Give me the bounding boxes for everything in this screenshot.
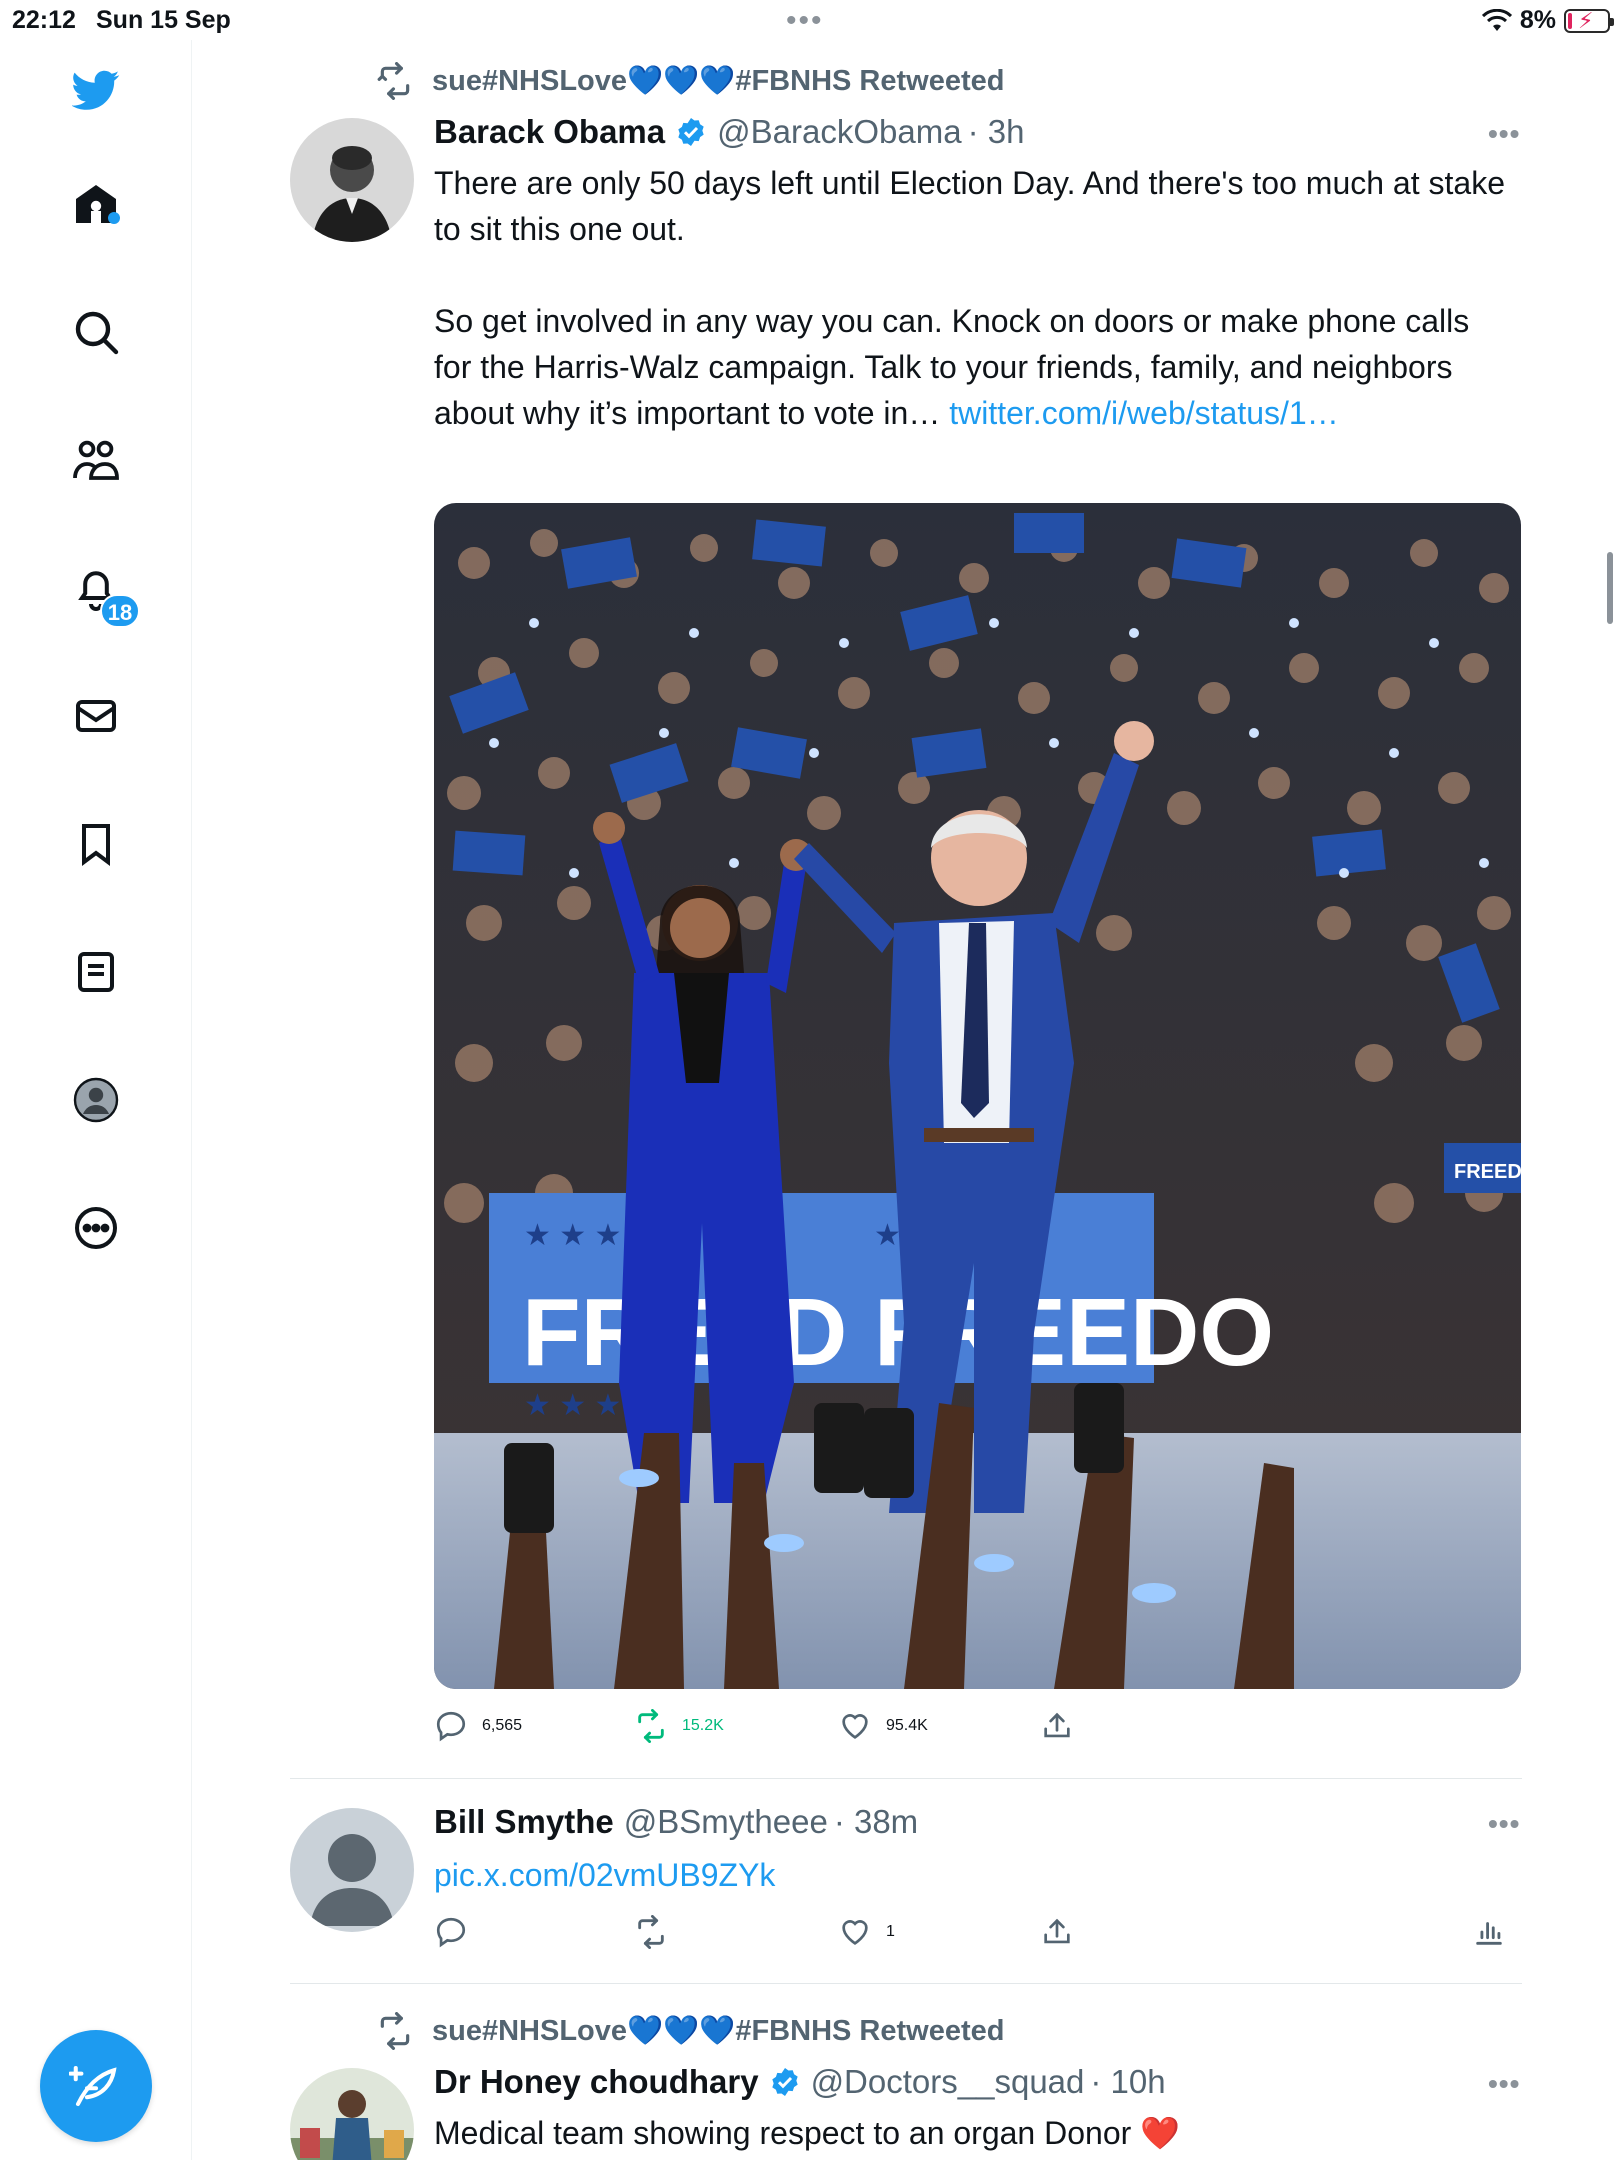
avatar-dr-honey-choudhary[interactable] xyxy=(290,2068,414,2160)
retweet-icon xyxy=(638,1709,664,1743)
more-circle-icon xyxy=(75,1207,117,1249)
mail-icon xyxy=(76,700,116,732)
tweet-media-image[interactable]: FREEDOM ★ ★ ★ ★ ★ ★ ★ ★ ★ ★ ★ ★ ★ ★ FREE… xyxy=(434,503,1521,1689)
tweet-text-paragraph-1: There are only 50 days left until Electi… xyxy=(434,165,1505,247)
status-date: Sun 15 Sep xyxy=(96,6,231,34)
tweet-divider xyxy=(290,1983,1522,1984)
reply-icon xyxy=(436,1711,466,1742)
sidebar-item-lists[interactable] xyxy=(66,942,126,1002)
retweet-icon xyxy=(638,1915,664,1949)
compose-tweet-button[interactable] xyxy=(40,2030,152,2142)
tweet-divider xyxy=(290,1778,1522,1779)
reply-button[interactable] xyxy=(434,1915,482,1949)
share-button[interactable] xyxy=(1040,1709,1074,1743)
bookmark-icon xyxy=(82,824,110,866)
tweet-text: pic.x.com/02vmUB9ZYk xyxy=(434,1852,775,1898)
retweet-context[interactable]: sue#NHSLove💙💙💙#FBNHS Retweeted xyxy=(376,2012,1004,2050)
share-icon xyxy=(1044,1712,1070,1738)
status-bar: 22:12 Sun 15 Sep ••• 8% ⚡ xyxy=(0,0,1620,40)
heart-icon xyxy=(842,1714,868,1739)
wifi-icon xyxy=(1481,8,1512,31)
like-button[interactable]: 95.4K xyxy=(838,1709,928,1743)
verified-badge-icon xyxy=(678,118,704,146)
retweet-count: 15.2K xyxy=(682,1717,724,1734)
sidebar-item-home[interactable] xyxy=(66,174,126,234)
unread-dot xyxy=(108,212,120,224)
tweet-text: Medical team showing respect to an organ… xyxy=(434,2115,1180,2151)
reply-count: 6,565 xyxy=(482,1717,523,1734)
tweet-more-icon[interactable]: ••• xyxy=(1488,1808,1520,1840)
like-count: 95.4K xyxy=(886,1717,928,1734)
tweet-link[interactable]: twitter.com/i/web/status/1… xyxy=(949,395,1338,431)
tweet-text-paragraph-2: So get involved in any way you can. Knoc… xyxy=(434,298,1514,436)
share-icon xyxy=(1044,1918,1070,1944)
tweet-more-icon[interactable]: ••• xyxy=(1488,2068,1520,2100)
author-name[interactable]: Bill Smythe xyxy=(434,1803,614,1841)
retweet-context[interactable]: sue#NHSLove💙💙💙#FBNHS Retweeted xyxy=(376,62,1004,100)
author-handle[interactable]: @BSmytheee xyxy=(624,1803,828,1841)
author-handle[interactable]: @Doctors__squad xyxy=(811,2063,1085,2101)
retweet-icon xyxy=(380,2012,410,2050)
multitasking-dots-icon[interactable]: ••• xyxy=(786,4,824,38)
avatar-bill-smythe[interactable] xyxy=(290,1808,414,1932)
sidebar-item-profile[interactable] xyxy=(66,1070,126,1130)
sidebar-item-bookmarks[interactable] xyxy=(66,814,126,874)
media-sign-text: FREEDOM xyxy=(1454,1161,1521,1183)
communities-icon xyxy=(73,440,119,480)
like-count: 1 xyxy=(886,1923,895,1940)
tweet-text: There are only 50 days left until Electi… xyxy=(434,160,1514,436)
avatar-barack-obama[interactable] xyxy=(290,118,414,242)
like-button[interactable]: 1 xyxy=(838,1915,895,1949)
verified-badge-icon xyxy=(771,2068,798,2096)
sidebar-item-messages[interactable] xyxy=(66,686,126,746)
retweeted-by-text: sue#NHSLove💙💙💙#FBNHS Retweeted xyxy=(432,2015,1005,2047)
notifications-badge: 18 xyxy=(100,594,140,628)
author-name[interactable]: Dr Honey choudhary xyxy=(434,2063,759,2101)
profile-icon xyxy=(73,1077,119,1123)
search-icon xyxy=(75,311,119,355)
author-handle[interactable]: @BarackObama xyxy=(717,113,961,151)
scrollbar[interactable] xyxy=(1607,552,1613,624)
reply-icon xyxy=(436,1917,466,1948)
tweet-author-line: Dr Honey choudhary @Doctors__squad · 10h xyxy=(434,2063,1166,2101)
reply-button[interactable]: 6,565 xyxy=(434,1709,522,1743)
tweet-link[interactable]: pic.x.com/02vmUB9ZYk xyxy=(434,1857,775,1893)
tweet-more-icon[interactable]: ••• xyxy=(1488,118,1520,150)
status-time: 22:12 xyxy=(12,6,76,34)
retweeted-by-text: sue#NHSLove💙💙💙#FBNHS Retweeted xyxy=(432,65,1005,97)
sidebar-item-more[interactable] xyxy=(66,1198,126,1258)
analytics-button[interactable] xyxy=(1472,1915,1506,1949)
sidebar: 18 xyxy=(0,40,192,2160)
status-right: 8% ⚡ xyxy=(1481,6,1614,35)
heart-icon xyxy=(842,1920,868,1945)
battery-icon: ⚡ xyxy=(1564,8,1614,33)
analytics-icon xyxy=(1476,1922,1502,1945)
share-button[interactable] xyxy=(1040,1915,1074,1949)
retweet-icon xyxy=(377,62,410,100)
tweet-time[interactable]: · 10h xyxy=(1090,2063,1165,2101)
tweet-author-line: Bill Smythe @BSmytheee · 38m xyxy=(434,1803,918,1841)
author-name[interactable]: Barack Obama xyxy=(434,113,665,151)
retweet-button[interactable]: 15.2K xyxy=(634,1709,724,1743)
lists-icon xyxy=(78,952,114,992)
tweet-time[interactable]: · 3h xyxy=(968,113,1025,151)
retweet-button[interactable] xyxy=(634,1915,682,1949)
twitter-logo-icon[interactable] xyxy=(66,60,126,120)
sidebar-item-explore[interactable] xyxy=(66,302,126,362)
compose-feather-icon xyxy=(69,2065,117,2107)
tweet-author-line: Barack Obama @BarackObama · 3h xyxy=(434,113,1024,151)
sidebar-item-communities[interactable] xyxy=(66,430,126,490)
tweet-time[interactable]: · 38m xyxy=(834,1803,918,1841)
battery-percent: 8% xyxy=(1519,6,1556,34)
